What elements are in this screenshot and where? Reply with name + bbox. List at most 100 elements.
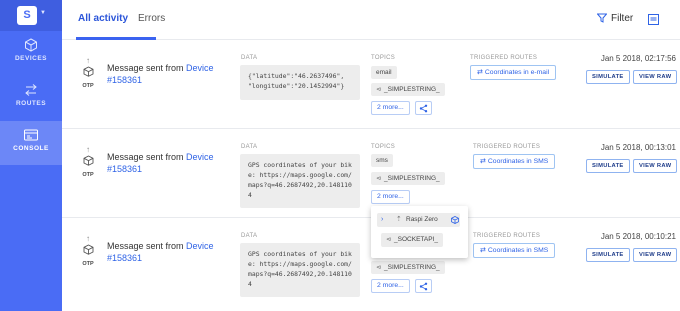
device-id-link[interactable]: #158361	[107, 75, 142, 85]
tab-all-activity[interactable]: All activity	[78, 13, 128, 24]
message-text: Message sent from Device #158361	[107, 240, 237, 264]
device-type-icon: ↑ OTP	[78, 145, 98, 179]
cube-icon	[25, 38, 37, 52]
sidebar-item-devices[interactable]: DEVICES	[0, 31, 62, 73]
route-chip[interactable]: ⇄ Coordinates in SMS	[473, 243, 556, 258]
device-type-icon: ↑ OTP	[78, 56, 98, 90]
share-icon	[419, 104, 428, 113]
cube-icon	[83, 155, 93, 166]
view-raw-button[interactable]: VIEW RAW	[633, 159, 678, 173]
sidebar: S ▼ DEVICES ROUTES CONSOLE	[0, 0, 62, 311]
view-raw-button[interactable]: VIEW RAW	[633, 70, 678, 84]
simulate-button[interactable]: SIMULATE	[586, 248, 630, 262]
route-label: Coordinates in e-mail	[484, 69, 550, 76]
share-icon	[419, 282, 428, 291]
route-chip[interactable]: ⇄ Coordinates in e-mail	[470, 65, 557, 80]
timestamp: Jan 5 2018, 02:17:56	[600, 54, 676, 63]
message-text: Message sent from Device #158361	[107, 62, 237, 86]
payload-data: {"latitude":"46.2637496", "longitude":"2…	[240, 65, 360, 100]
share-button[interactable]	[415, 101, 432, 115]
route-icon: ⇄	[480, 158, 486, 165]
device-id-link[interactable]: #158361	[107, 164, 142, 174]
route-label: Coordinates in SMS	[487, 247, 549, 254]
sidebar-item-label: CONSOLE	[13, 145, 49, 152]
more-topics-popup: › ⇡ Raspi Zero ⊲ _SOCKETAPI_	[371, 206, 468, 258]
data-label: DATA	[241, 144, 258, 150]
timestamp: Jan 5 2018, 00:10:21	[600, 232, 676, 241]
chevron-right-icon[interactable]: ›	[381, 213, 383, 227]
console-icon	[24, 129, 38, 141]
topic-chip: ⊲ _SIMPLESTRING_	[371, 172, 445, 185]
protocol-label: OTP	[82, 172, 94, 178]
topic-chip-label: _SIMPLESTRING_	[384, 175, 440, 182]
activity-row: ↑ OTP Message sent from Device #158361 D…	[62, 130, 680, 218]
data-label: DATA	[241, 233, 258, 239]
topic-chip-label: _SOCKETAPI_	[394, 236, 438, 243]
topic-chip: ⊲ _SIMPLESTRING_	[371, 261, 445, 274]
upload-arrow-icon: ↑	[86, 234, 90, 243]
topics-label: TOPICS	[371, 55, 396, 61]
active-tab-indicator	[76, 37, 156, 40]
activity-row: ↑ OTP Message sent from Device #158361 D…	[62, 41, 680, 129]
data-label: DATA	[241, 55, 258, 61]
payload-data: GPS coordinates of your bike: https://ma…	[240, 243, 360, 297]
device-type-icon: ↑ OTP	[78, 234, 98, 268]
simulate-button[interactable]: SIMULATE	[586, 159, 630, 173]
cube-icon	[83, 66, 93, 77]
topic-chip: ⊲ _SOCKETAPI_	[381, 233, 443, 247]
message-prefix: Message sent from	[107, 63, 184, 73]
sidebar-item-console[interactable]: CONSOLE	[0, 121, 62, 165]
topic-share-icon: ⊲	[376, 87, 382, 93]
device-link[interactable]: Device	[186, 241, 214, 251]
triggered-routes-label: TRIGGERED ROUTES	[473, 233, 541, 239]
topic-share-icon: ⊲	[376, 265, 382, 271]
cube-icon	[83, 244, 93, 255]
sidebar-item-routes[interactable]: ROUTES	[0, 76, 62, 118]
tab-errors[interactable]: Errors	[138, 13, 165, 24]
message-prefix: Message sent from	[107, 241, 184, 251]
filter-icon	[597, 13, 607, 23]
route-label: Coordinates in SMS	[487, 158, 549, 165]
sidebar-item-label: ROUTES	[15, 100, 47, 107]
device-link[interactable]: Device	[186, 152, 214, 162]
topic-share-icon: ⊲	[386, 237, 392, 243]
message-text: Message sent from Device #158361	[107, 151, 237, 175]
topic-chip: sms	[371, 154, 393, 167]
topics-label: TOPICS	[371, 144, 396, 150]
device-topic-label: Raspi Zero	[406, 216, 438, 223]
chevron-down-icon[interactable]: ▼	[40, 10, 46, 16]
timestamp: Jan 5 2018, 00:13:01	[600, 143, 676, 152]
message-prefix: Message sent from	[107, 152, 184, 162]
export-icon[interactable]	[648, 12, 659, 30]
topic-chip: ⊲ _SIMPLESTRING_	[371, 83, 445, 96]
more-topics-button[interactable]: 2 more...	[371, 279, 410, 293]
route-chip[interactable]: ⇄ Coordinates in SMS	[473, 154, 556, 169]
route-icon: ⇄	[480, 247, 486, 254]
protocol-label: OTP	[82, 83, 94, 89]
view-raw-button[interactable]: VIEW RAW	[633, 248, 678, 262]
upload-arrow-icon: ↑	[86, 145, 90, 154]
routes-arrows-icon	[25, 84, 37, 96]
sidebar-header: S ▼	[0, 0, 62, 31]
more-topics-button[interactable]: 2 more...	[371, 190, 410, 204]
cube-icon	[451, 216, 459, 224]
filter-label: Filter	[611, 13, 634, 24]
more-topics-button[interactable]: 2 more...	[371, 101, 410, 115]
protocol-label: OTP	[82, 261, 94, 267]
triggered-routes-label: TRIGGERED ROUTES	[470, 55, 538, 61]
console-header: All activity Errors Filter	[62, 0, 680, 40]
device-link[interactable]: Device	[186, 63, 214, 73]
device-icon: ⇡	[396, 216, 402, 223]
simulate-button[interactable]: SIMULATE	[586, 70, 630, 84]
route-icon: ⇄	[477, 69, 483, 76]
device-topic-row[interactable]: › ⇡ Raspi Zero	[377, 213, 460, 227]
topic-share-icon: ⊲	[376, 176, 382, 182]
share-button[interactable]	[415, 279, 432, 293]
topic-chip-label: _SIMPLESTRING_	[384, 264, 440, 271]
workspace-logo[interactable]: S	[17, 6, 37, 25]
upload-arrow-icon: ↑	[86, 56, 90, 65]
device-id-link[interactable]: #158361	[107, 253, 142, 263]
payload-data: GPS coordinates of your bike: https://ma…	[240, 154, 360, 208]
topic-chip: email	[371, 66, 397, 79]
sidebar-item-label: DEVICES	[14, 55, 48, 62]
